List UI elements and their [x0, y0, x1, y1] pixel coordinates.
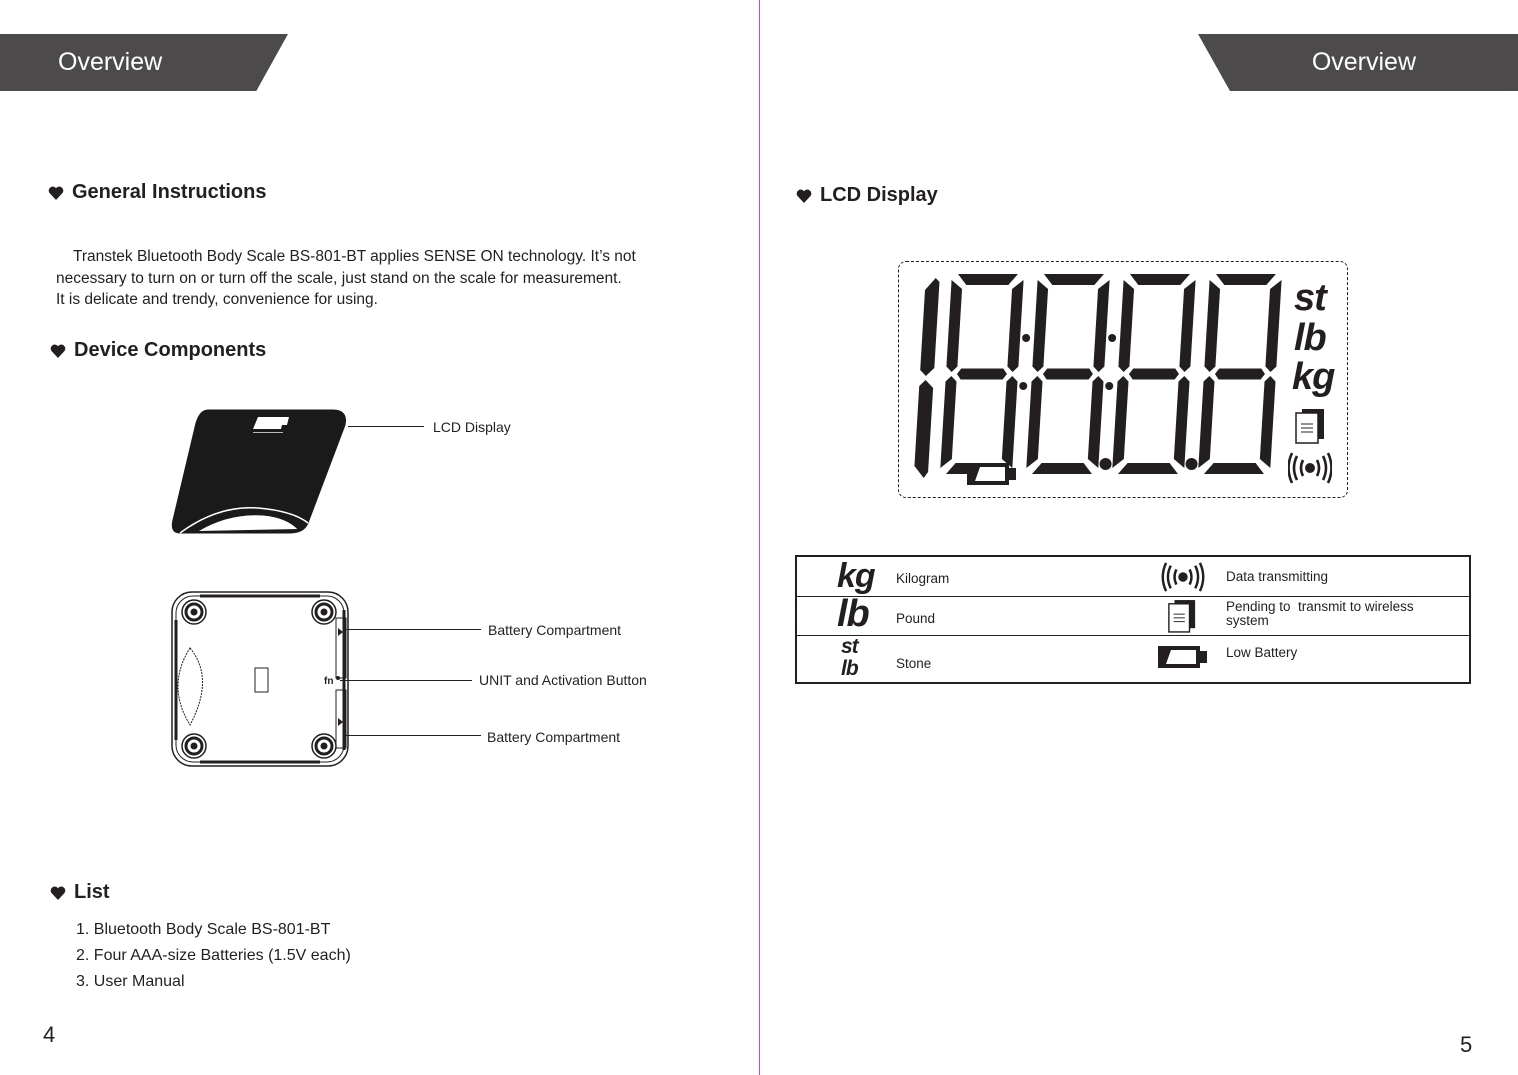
lb-symbol: lb	[837, 593, 870, 635]
lcd-colon-dot	[1108, 334, 1117, 342]
lcd-segment	[1043, 274, 1104, 285]
lcd-segment-digits	[914, 274, 1282, 478]
battery-bottom-leader-line	[346, 735, 481, 736]
banner-title: Overview	[58, 48, 163, 76]
heart-icon	[50, 344, 66, 358]
lcd-segment	[1026, 376, 1043, 468]
right-page: Overview LCD Display 5	[760, 0, 1518, 1075]
device-components-heading: Device Components	[50, 339, 266, 362]
lcd-segment	[1117, 463, 1178, 474]
lcd-segment	[1204, 280, 1221, 372]
page-number-left: 4	[43, 1022, 56, 1047]
lcd-segment	[1179, 280, 1196, 372]
lcd-segment	[957, 274, 1018, 285]
lcd-segment	[1032, 280, 1049, 372]
lcd-leader-line	[348, 426, 424, 427]
heart-icon	[796, 189, 812, 203]
lcd-unit-st: st	[1294, 277, 1327, 319]
package-contents-list: 1. Bluetooth Body Scale BS-801-BT 2. Fou…	[76, 917, 351, 995]
callout-unit-activation-button: UNIT and Activation Button	[479, 672, 647, 688]
lcd-segment	[1001, 376, 1018, 468]
lcd-segment	[914, 380, 934, 478]
lcd-display-heading: LCD Display	[796, 184, 938, 207]
battery-low-icon	[967, 463, 1016, 485]
heart-icon	[50, 886, 66, 900]
lcd-segment	[1214, 368, 1265, 380]
transmit-icon	[1161, 562, 1205, 592]
lcd-segment	[1112, 376, 1129, 468]
lcd-segment	[1259, 376, 1276, 468]
callout-battery-compartment-top: Battery Compartment	[488, 622, 622, 638]
lcd-segment	[1128, 368, 1179, 380]
lcd-segment	[956, 368, 1007, 380]
left-page: Overview General Instructions Transtek B…	[0, 0, 759, 1075]
page-number-right: 5	[1460, 1032, 1473, 1057]
general-instructions-text: Transtek Bluetooth Body Scale BS-801-BT …	[56, 248, 636, 308]
callout-battery-compartment-bottom: Battery Compartment	[487, 729, 621, 745]
legend-row-stone: st lb Stone Low Battery	[841, 635, 1298, 680]
kg-symbol: kg	[837, 557, 876, 595]
battery-top-leader-line	[346, 629, 481, 630]
list-item: 3. User Manual	[76, 973, 185, 990]
heart-icon	[48, 186, 64, 200]
lcd-decimal-point	[1099, 458, 1112, 470]
svg-text:fn: fn	[324, 676, 333, 687]
lcd-segment	[1118, 280, 1135, 372]
lcd-segment	[1265, 280, 1282, 372]
list-item: 1. Bluetooth Body Scale BS-801-BT	[76, 921, 331, 938]
scale-bottom-view-illustration: fn	[171, 591, 349, 767]
lcd-segment	[946, 280, 963, 372]
lcd-segment	[1129, 274, 1190, 285]
lcd-segment	[1203, 463, 1264, 474]
lcd-symbol-legend-table: kg Kilogram Data transmitting lb Pound P…	[795, 555, 1471, 684]
lcd-segment	[1173, 376, 1190, 468]
overview-banner-left: Overview	[0, 34, 288, 91]
general-instructions-heading: General Instructions	[48, 181, 267, 204]
legend-row-pound: lb Pound Pending to transmit to wireless…	[797, 593, 1469, 636]
battery-low-icon	[1158, 646, 1207, 668]
list-item: 2. Four AAA-size Batteries (1.5V each)	[76, 947, 351, 964]
lcd-colon-dot	[1105, 382, 1114, 390]
lcd-segment	[940, 376, 957, 468]
lcd-segment	[1042, 368, 1093, 380]
lcd-segment	[1093, 280, 1110, 372]
st-lb-symbol: lb	[841, 657, 859, 680]
st-symbol: st	[841, 635, 859, 658]
lcd-segment	[1215, 274, 1276, 285]
lcd-colon-dot	[1019, 382, 1028, 390]
lcd-segment	[920, 278, 940, 376]
lcd-segment	[1007, 280, 1024, 372]
lcd-unit-kg: kg	[1292, 356, 1335, 398]
list-heading: List	[50, 881, 110, 904]
memory-icon	[1168, 600, 1196, 633]
lcd-colon-dot	[1022, 334, 1031, 342]
scale-top-view-illustration	[171, 409, 346, 534]
lcd-decimal-point	[1185, 458, 1198, 470]
lcd-segment	[1087, 376, 1104, 468]
lcd-segment	[1198, 376, 1215, 468]
legend-row-kilogram: kg Kilogram Data transmitting	[797, 557, 1469, 597]
lcd-segment	[1031, 463, 1092, 474]
lcd-unit-lb: lb	[1294, 317, 1327, 359]
memory-icon	[1295, 409, 1324, 444]
unit-button-leader-line	[340, 680, 472, 681]
banner-title: Overview	[1311, 48, 1416, 76]
callout-lcd-display: LCD Display	[433, 419, 511, 435]
overview-banner-right: Overview	[1198, 34, 1518, 91]
transmit-icon	[1288, 452, 1332, 484]
